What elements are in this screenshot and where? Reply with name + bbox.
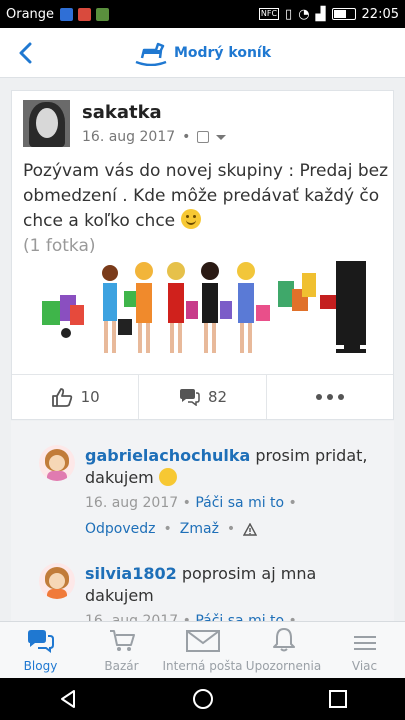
- comment-date: 16. aug 2017: [85, 495, 179, 511]
- status-bar: Orange NFC ▯ ◔ ▟ 22:05: [0, 0, 405, 28]
- carrier-label: Orange: [6, 6, 55, 22]
- nfc-icon: NFC: [258, 8, 280, 20]
- smiley-icon: [180, 209, 201, 229]
- like-button[interactable]: 10: [12, 375, 140, 419]
- google-notification-icon: [78, 7, 92, 21]
- wifi-icon: ◔: [298, 6, 310, 22]
- back-button[interactable]: [10, 38, 40, 68]
- author-name[interactable]: sakatka: [82, 102, 226, 123]
- more-dots-icon: [315, 394, 344, 400]
- post-header: sakatka 16. aug 2017 •: [23, 100, 227, 147]
- commenter-name[interactable]: gabrielachochulka: [85, 446, 250, 465]
- mail-icon: [185, 630, 220, 652]
- chevron-down-icon[interactable]: [216, 134, 227, 140]
- recents-square-icon[interactable]: [327, 688, 349, 710]
- nav-mail[interactable]: Interná pošta: [162, 622, 243, 678]
- comment-item: silvia1802 poprosim aj mna dakujem 16. a…: [39, 563, 385, 621]
- wink-emoji-icon: [158, 468, 177, 486]
- nav-label: Bazár: [104, 659, 139, 673]
- delete-link[interactable]: Zmaž: [180, 521, 219, 537]
- comments-button[interactable]: 82: [139, 375, 267, 419]
- nav-label: Blogy: [23, 659, 58, 673]
- nav-label: Upozornenia: [245, 659, 322, 673]
- cart-icon: [109, 630, 135, 651]
- like-count: 10: [80, 388, 100, 406]
- shield-notification-icon: [60, 7, 74, 21]
- comment-icon: [179, 389, 200, 406]
- like-comment-link[interactable]: Páči sa mi to: [195, 495, 284, 511]
- reply-link[interactable]: Odpovedz: [85, 521, 156, 537]
- vibrate-icon: ▯: [285, 6, 293, 22]
- post-image[interactable]: [40, 261, 370, 361]
- post-date: 16. aug 2017: [82, 129, 176, 145]
- more-button[interactable]: [267, 375, 393, 419]
- signal-icon: ▟: [315, 6, 326, 22]
- commenter-name[interactable]: silvia1802: [85, 564, 177, 583]
- bottom-navigation: Blogy Bazár Interná pošta Upozornenia Vi…: [0, 621, 405, 678]
- chevron-left-icon: [19, 42, 32, 64]
- nav-bazar[interactable]: Bazár: [81, 622, 162, 678]
- post-text: Pozývam vás do novej skupiny : Predaj be…: [23, 161, 389, 231]
- nav-label: Interná pošta: [162, 659, 243, 673]
- comment-item: gabrielachochulka prosim pridat, dakujem…: [39, 445, 385, 537]
- warning-icon[interactable]: [243, 522, 258, 536]
- post-card: sakatka 16. aug 2017 • Pozývam vás do no…: [11, 90, 394, 420]
- comments-section: gabrielachochulka prosim pridat, dakujem…: [11, 421, 394, 621]
- visibility-icon[interactable]: [197, 131, 210, 143]
- clock: 22:05: [361, 6, 399, 22]
- back-triangle-icon[interactable]: [57, 688, 79, 710]
- image-notification-icon: [96, 7, 110, 21]
- nav-blogy[interactable]: Blogy: [0, 622, 81, 678]
- like-comment-link[interactable]: Páči sa mi to: [195, 613, 284, 621]
- home-circle-icon[interactable]: [192, 688, 214, 710]
- commenter-avatar[interactable]: [39, 445, 75, 481]
- author-avatar[interactable]: [23, 100, 70, 147]
- battery-icon: [331, 8, 356, 20]
- system-navigation-bar: [0, 678, 405, 720]
- thumbs-up-icon: [51, 388, 72, 407]
- comment-date: 16. aug 2017: [85, 613, 179, 621]
- app-header: Modrý koník: [0, 28, 405, 78]
- post-actions: 10 82: [12, 374, 393, 419]
- chat-bubbles-icon: [27, 630, 54, 653]
- rocking-horse-icon: [135, 42, 167, 66]
- photo-count[interactable]: (1 fotka): [23, 236, 96, 256]
- nav-label: Viac: [351, 659, 378, 673]
- menu-icon: [353, 636, 376, 650]
- app-logo[interactable]: Modrý koník: [134, 40, 271, 66]
- commenter-avatar[interactable]: [39, 563, 75, 599]
- comment-count: 82: [207, 388, 228, 406]
- bullet: •: [182, 129, 191, 145]
- nav-notifications[interactable]: Upozornenia: [243, 622, 324, 678]
- nav-more[interactable]: Viac: [324, 622, 405, 678]
- app-title: Modrý koník: [173, 44, 272, 61]
- bell-icon: [272, 628, 295, 652]
